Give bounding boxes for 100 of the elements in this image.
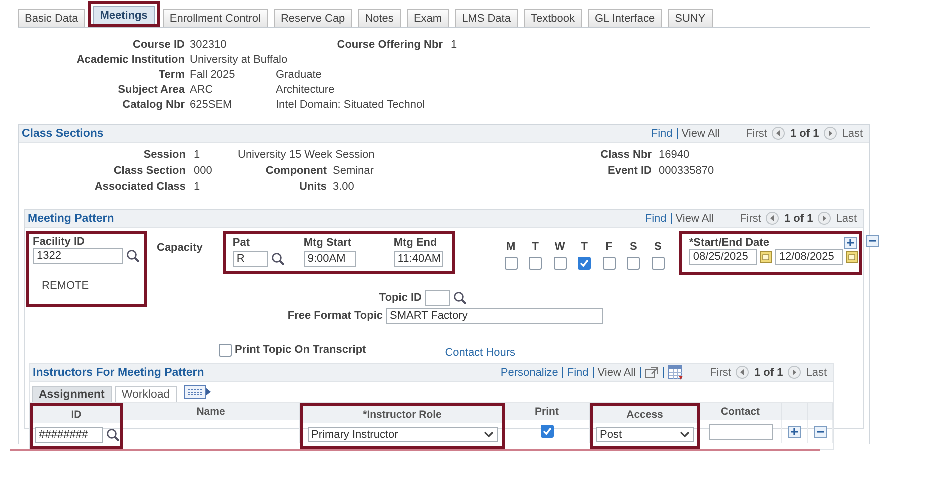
tab[interactable]: Textbook: [524, 9, 582, 27]
topic-field[interactable]: SMART Factory: [386, 308, 603, 324]
tab[interactable]: Workload: [114, 386, 178, 402]
day-checkbox[interactable]: [529, 257, 542, 270]
field-label: Course ID: [132, 39, 186, 51]
checkbox-label: Print Topic On Transcript: [235, 344, 366, 356]
checkbox[interactable]: [219, 344, 232, 356]
tab[interactable]: LMS Data: [455, 9, 518, 27]
lookup-icon[interactable]: [453, 291, 467, 305]
day-checkbox[interactable]: [627, 257, 640, 270]
last-link[interactable]: Last: [836, 212, 857, 224]
field-label: Topic ID: [378, 292, 422, 304]
field-label: Component: [264, 165, 328, 177]
day-checkbox[interactable]: [578, 257, 592, 270]
field-value: 000: [194, 165, 214, 177]
previous-icon[interactable]: [772, 127, 786, 140]
tab[interactable]: Enrollment Control: [162, 9, 268, 27]
column-header: *Instructor Role: [303, 406, 502, 423]
first-link[interactable]: First: [740, 212, 762, 224]
field-description: University 15 Week Session: [238, 149, 376, 161]
view-all-link[interactable]: View All: [682, 128, 720, 140]
tab[interactable]: GL Interface: [588, 9, 662, 27]
grid-download-icon[interactable]: [668, 364, 684, 380]
checkbox[interactable]: [540, 425, 554, 438]
field-label: Event ID: [606, 165, 653, 177]
day-checkbox[interactable]: [504, 257, 518, 270]
first-link[interactable]: First: [710, 366, 732, 378]
column-header: Print: [505, 403, 590, 420]
tab[interactable]: SUNY: [668, 9, 713, 27]
previous-icon[interactable]: [736, 366, 750, 379]
date-field[interactable]: 08/25/2025: [689, 249, 758, 265]
chevron-icon: [484, 431, 494, 438]
role-dropdown[interactable]: Primary Instructor: [308, 427, 498, 442]
column-grid-icon[interactable]: [184, 385, 212, 399]
day-label: T: [581, 241, 588, 253]
previous-icon[interactable]: [766, 212, 780, 225]
tab[interactable]: Assignment: [32, 386, 112, 402]
field-value: ARC: [190, 84, 214, 96]
delete-row-button[interactable]: [814, 426, 826, 438]
view-all-link[interactable]: View All: [598, 366, 636, 378]
contact-field[interactable]: [708, 424, 772, 440]
page-count: 1 of 1: [790, 128, 820, 140]
time-field[interactable]: 11:40AM: [394, 251, 443, 267]
field-label: Class Section: [112, 165, 187, 177]
field-description: Graduate: [276, 69, 323, 81]
field-label: Units: [298, 181, 328, 193]
field-value: University at Buffalo: [190, 54, 289, 66]
tab[interactable]: Basic Data: [18, 9, 86, 27]
field-value: 1: [451, 39, 458, 51]
find-link[interactable]: Find: [651, 128, 673, 140]
panel-title: Instructors For Meeting Pattern: [33, 366, 204, 378]
tab[interactable]: Notes: [358, 9, 401, 27]
id-field[interactable]: ########: [35, 426, 103, 442]
field-label: Session: [142, 149, 187, 161]
day-checkbox[interactable]: [652, 257, 665, 270]
day-label: M: [506, 241, 516, 253]
next-icon[interactable]: [824, 127, 838, 140]
field-value: Seminar: [333, 165, 375, 177]
time-field[interactable]: 9:00AM: [304, 251, 356, 267]
contact-hours-link[interactable]: Contact Hours: [445, 347, 516, 359]
panel-title: Class Sections: [22, 128, 104, 140]
field-value: 3.00: [333, 181, 356, 193]
access-dropdown[interactable]: Post: [596, 427, 694, 442]
find-link[interactable]: Find: [645, 212, 667, 224]
calendar-icon[interactable]: [760, 251, 772, 263]
next-icon[interactable]: [788, 366, 802, 379]
view-all-link[interactable]: View All: [676, 212, 714, 224]
add-row-button[interactable]: [844, 237, 858, 249]
add-row-button[interactable]: [788, 426, 801, 438]
find-link[interactable]: Find: [567, 366, 589, 378]
day-checkbox[interactable]: [554, 257, 567, 270]
calendar-icon[interactable]: [846, 251, 858, 263]
new-window-icon[interactable]: [645, 366, 660, 378]
field-label: Academic Institution: [76, 54, 186, 66]
topic-id-field[interactable]: [425, 290, 450, 306]
field-label: Class Nbr: [600, 149, 653, 161]
field-description: Architecture: [276, 84, 336, 96]
facility-id-field[interactable]: 1322: [33, 248, 123, 264]
tab[interactable]: Exam: [406, 9, 450, 27]
personalize-link[interactable]: Personalize: [500, 366, 558, 378]
day-label: S: [630, 241, 638, 253]
day-label: F: [606, 241, 612, 253]
tab[interactable]: Reserve Cap: [274, 9, 352, 27]
chevron-icon: [680, 431, 690, 438]
lookup-icon[interactable]: [270, 252, 285, 266]
day-checkbox[interactable]: [602, 257, 616, 270]
last-link[interactable]: Last: [806, 366, 827, 378]
lookup-icon[interactable]: [126, 249, 140, 263]
date-field[interactable]: 12/08/2025: [775, 249, 844, 265]
delete-row-button[interactable]: [866, 235, 880, 247]
tab[interactable]: Meetings: [93, 6, 155, 24]
pattern-field[interactable]: R: [232, 251, 268, 267]
first-link[interactable]: First: [746, 128, 768, 140]
column-header: ID: [33, 406, 120, 423]
field-description: Intel Domain: Situated Technol: [276, 99, 426, 111]
field-label: Mtg Start: [304, 237, 353, 249]
field-label: Mtg End: [394, 237, 438, 249]
next-icon[interactable]: [818, 212, 832, 225]
last-link[interactable]: Last: [842, 128, 863, 140]
lookup-icon[interactable]: [106, 428, 120, 442]
